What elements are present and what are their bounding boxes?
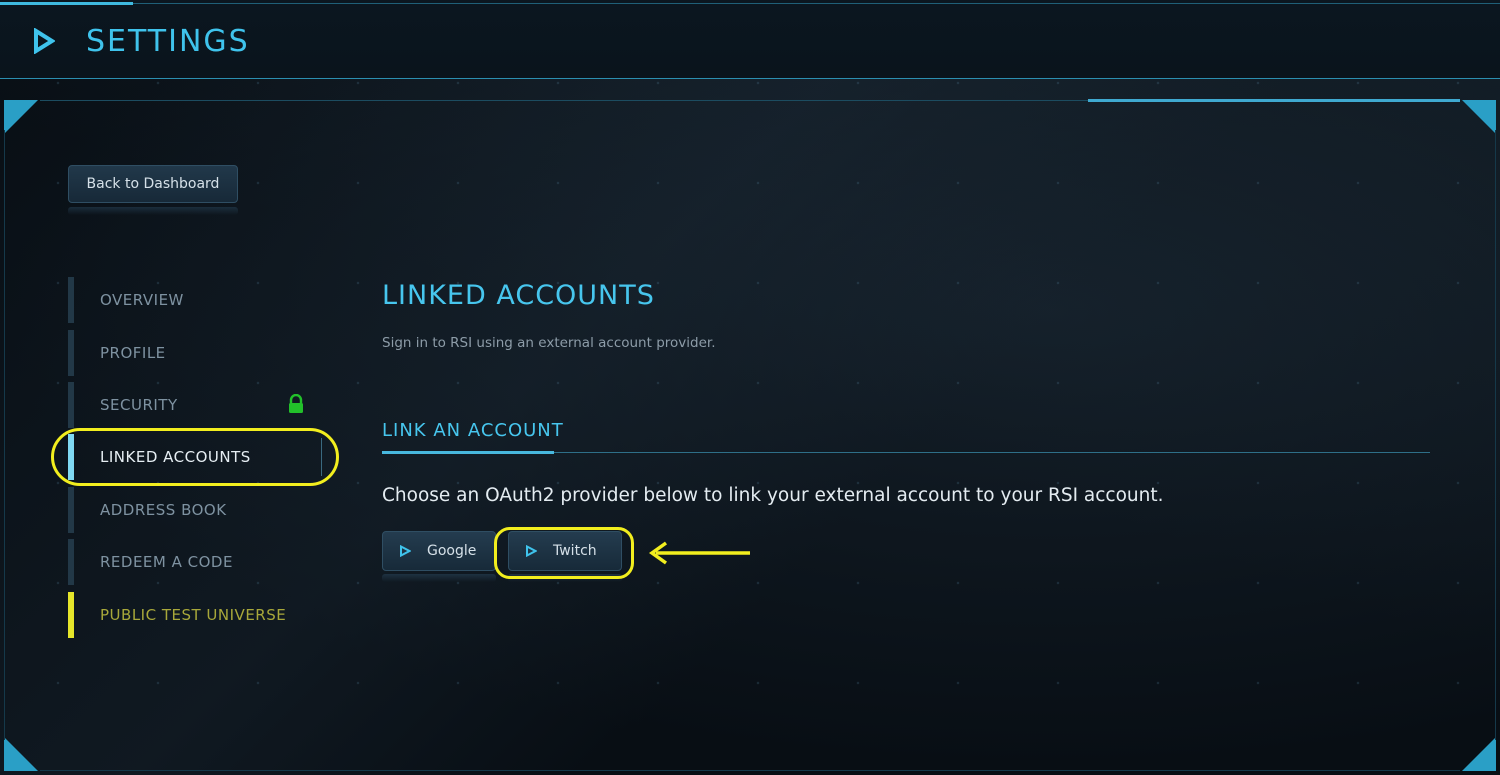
frame-top-accent [1088,99,1460,102]
corner-top-left-decoration [4,100,38,134]
instructions-text: Choose an OAuth2 provider below to link … [382,485,1164,506]
sidebar-item-label: REDEEM A CODE [100,553,233,571]
sidebar-item-public-test-universe[interactable]: PUBLIC TEST UNIVERSE [68,592,338,638]
sidebar-item-label: OVERVIEW [100,291,184,309]
corner-top-right-decoration [1462,100,1496,134]
back-to-dashboard-button[interactable]: Back to Dashboard [68,165,238,203]
sidebar-item-profile[interactable]: PROFILE [68,330,338,376]
header-top-accent [0,2,133,5]
google-provider-label: Google [427,543,477,559]
lock-icon [289,394,303,413]
corner-bottom-left-decoration [4,737,38,771]
arrow-left-icon [648,541,750,565]
back-button-reflection [68,207,238,215]
frame-right-line [1495,130,1496,740]
section-title: LINK AN ACCOUNT [382,420,564,441]
frame-left-line [4,130,5,740]
google-button-reflection [382,574,496,582]
sidebar-item-label: PUBLIC TEST UNIVERSE [100,606,287,624]
section-divider-accent [382,451,554,454]
frame-bottom-line [40,770,1460,771]
sidebar-item-address-book[interactable]: ADDRESS BOOK [68,487,338,533]
play-triangle-icon [34,28,55,54]
header-top-line [0,3,1500,4]
page-title: LINKED ACCOUNTS [382,280,655,311]
highlight-twitch-button [494,527,634,579]
sidebar-item-redeem-a-code[interactable]: REDEEM A CODE [68,539,338,585]
header-bar: SETTINGS [0,0,1500,79]
sidebar-item-label: ADDRESS BOOK [100,501,227,519]
play-triangle-icon [400,545,411,557]
page-header-title: SETTINGS [86,24,250,59]
page-subtitle: Sign in to RSI using an external account… [382,335,716,351]
sidebar-item-label: PROFILE [100,344,166,362]
sidebar-item-label: SECURITY [100,396,178,414]
google-provider-button[interactable]: Google [382,531,496,571]
corner-bottom-right-decoration [1462,737,1496,771]
back-to-dashboard-label: Back to Dashboard [86,176,220,192]
sidebar-item-overview[interactable]: OVERVIEW [68,277,338,323]
highlight-linked-accounts [51,428,339,486]
